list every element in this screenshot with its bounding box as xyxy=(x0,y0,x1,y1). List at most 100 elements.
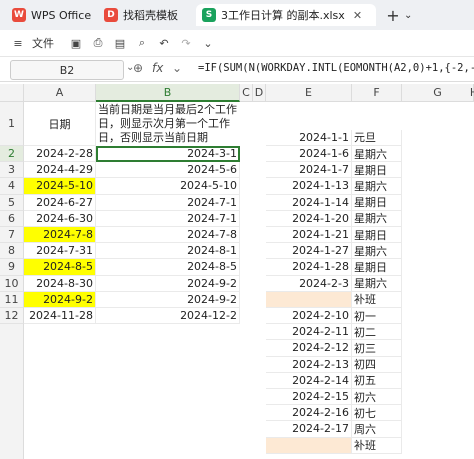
cell-f[interactable]: 2024-2-16 xyxy=(266,405,352,422)
tab-template[interactable]: D 找稻壳模板 xyxy=(98,4,198,26)
cell-a[interactable]: 2024-5-10 xyxy=(24,178,96,195)
cell-a[interactable]: 2024-6-30 xyxy=(24,210,96,227)
row-header[interactable]: 5 xyxy=(0,194,24,211)
cell-b[interactable]: 2024-7-1 xyxy=(96,210,240,227)
fx-icon[interactable]: fx xyxy=(152,61,163,75)
cell-g[interactable]: 初二 xyxy=(352,324,402,341)
row-header[interactable]: 1 xyxy=(0,102,24,146)
cell-f[interactable]: 2024-2-13 xyxy=(266,356,352,373)
column-header-d[interactable]: D xyxy=(253,84,266,102)
row-header[interactable]: 10 xyxy=(0,275,24,292)
cell-a[interactable]: 2024-7-31 xyxy=(24,243,96,260)
close-icon[interactable]: ✕ xyxy=(353,9,362,22)
row-header[interactable]: 3 xyxy=(0,162,24,179)
formula-input[interactable]: =IF(SUM(N(WORKDAY.INTL(EOMONTH(A2,0)+1,{… xyxy=(198,62,474,74)
cell-f[interactable]: 2024-1-28 xyxy=(266,259,352,276)
export-pdf-icon[interactable]: ⎙ xyxy=(90,35,106,51)
cell-b[interactable]: 2024-5-10 xyxy=(96,178,240,195)
column-header-e[interactable]: E xyxy=(266,84,352,102)
column-header-g[interactable]: G xyxy=(402,84,474,102)
save-icon[interactable]: ▣ xyxy=(68,35,84,51)
row-header[interactable]: 4 xyxy=(0,178,24,195)
cell-g[interactable]: 补班 xyxy=(352,291,402,308)
cell-a[interactable]: 2024-2-28 xyxy=(24,146,96,163)
cell-b[interactable]: 2024-12-2 xyxy=(96,308,240,325)
cell-g[interactable]: 星期日 xyxy=(352,194,402,211)
cell-a[interactable]: 2024-7-8 xyxy=(24,227,96,244)
cell-b[interactable]: 2024-8-5 xyxy=(96,259,240,276)
cell-b[interactable]: 2024-8-1 xyxy=(96,243,240,260)
cell-b1[interactable]: 当前日期是当月最后2个工作日，则显示次月第一个工作日，否则显示当前日期 xyxy=(98,103,238,145)
cell-f[interactable]: 2024-1-14 xyxy=(266,194,352,211)
cell-g[interactable]: 初七 xyxy=(352,405,402,422)
column-header-b[interactable]: B xyxy=(96,84,240,102)
cell-g[interactable]: 初五 xyxy=(352,372,402,389)
cell-g[interactable]: 初一 xyxy=(352,308,402,325)
row-header[interactable]: 2 xyxy=(0,146,24,163)
row-header[interactable]: 11 xyxy=(0,291,24,308)
cell-g[interactable]: 星期六 xyxy=(352,178,402,195)
cell-a[interactable]: 2024-6-27 xyxy=(24,194,96,211)
tab-active-workbook[interactable]: S 3工作日计算 的副本.xlsx ✕ xyxy=(196,4,376,26)
name-box[interactable]: B2 xyxy=(10,60,124,80)
cell-a[interactable]: 2024-8-30 xyxy=(24,275,96,292)
cell-f[interactable] xyxy=(266,437,352,454)
cell-f[interactable]: 2024-2-10 xyxy=(266,308,352,325)
row-header[interactable]: 12 xyxy=(0,308,24,325)
zoom-icon[interactable]: ⊕ xyxy=(133,61,143,75)
cell-f[interactable]: 2024-2-14 xyxy=(266,372,352,389)
cell-g[interactable]: 星期六 xyxy=(352,210,402,227)
cell-g[interactable]: 初三 xyxy=(352,340,402,357)
cell-a[interactable]: 2024-9-2 xyxy=(24,291,96,308)
cell-b[interactable]: 2024-5-6 xyxy=(96,162,240,179)
spreadsheet-grid[interactable]: ABCDEFGH123456789101112日期当前日期是当月最后2个工作日，… xyxy=(0,84,474,459)
cell-b[interactable]: 2024-7-1 xyxy=(96,194,240,211)
cell-g[interactable]: 补班 xyxy=(352,437,402,454)
column-header-c[interactable]: C xyxy=(240,84,253,102)
file-menu[interactable]: 文件 xyxy=(32,35,54,51)
cell-a[interactable]: 2024-8-5 xyxy=(24,259,96,276)
cell-a[interactable]: 2024-11-28 xyxy=(24,308,96,325)
select-all-corner[interactable] xyxy=(0,84,24,102)
cell-a[interactable]: 2024-4-29 xyxy=(24,162,96,179)
print-preview-icon[interactable]: ⌕ xyxy=(134,35,150,51)
cell-b[interactable]: 2024-9-2 xyxy=(96,275,240,292)
column-header-a[interactable]: A xyxy=(24,84,96,102)
more-chevron-icon[interactable]: ⌄ xyxy=(200,35,216,51)
cell-g[interactable]: 星期六 xyxy=(352,275,402,292)
print-icon[interactable]: ▤ xyxy=(112,35,128,51)
cell-f[interactable]: 2024-1-21 xyxy=(266,227,352,244)
cell-b[interactable]: 2024-7-8 xyxy=(96,227,240,244)
cell-f[interactable]: 2024-1-1 xyxy=(266,129,352,146)
cell-f[interactable]: 2024-1-13 xyxy=(266,178,352,195)
chevron-down-icon[interactable]: ⌄ xyxy=(404,4,418,26)
cell-g[interactable]: 周六 xyxy=(352,421,402,438)
cell-g[interactable]: 星期日 xyxy=(352,162,402,179)
tab-wps-office[interactable]: W WPS Office xyxy=(6,4,98,26)
redo-icon[interactable]: ↷ xyxy=(178,35,194,51)
cell-f[interactable]: 2024-1-7 xyxy=(266,162,352,179)
cell-f[interactable]: 2024-1-6 xyxy=(266,146,352,163)
cell-f[interactable]: 2024-1-20 xyxy=(266,210,352,227)
hamburger-menu-icon[interactable]: ≡ xyxy=(10,35,26,51)
cell-g[interactable]: 星期六 xyxy=(352,146,402,163)
cell-a1[interactable]: 日期 xyxy=(24,102,96,146)
cell-f[interactable]: 2024-2-11 xyxy=(266,324,352,341)
cell-g[interactable]: 初四 xyxy=(352,356,402,373)
column-header-f[interactable]: F xyxy=(352,84,402,102)
cell-g[interactable]: 星期六 xyxy=(352,243,402,260)
cell-g[interactable]: 星期日 xyxy=(352,227,402,244)
row-header[interactable]: 7 xyxy=(0,227,24,244)
cell-f[interactable]: 2024-2-3 xyxy=(266,275,352,292)
row-header[interactable]: 9 xyxy=(0,259,24,276)
cell-b[interactable]: 2024-9-2 xyxy=(96,291,240,308)
row-header[interactable]: 8 xyxy=(0,243,24,260)
cell-f[interactable]: 2024-1-27 xyxy=(266,243,352,260)
formula-expand-icon[interactable]: ⌄ xyxy=(172,61,182,75)
cell-f[interactable]: 2024-2-15 xyxy=(266,389,352,406)
undo-icon[interactable]: ↶ xyxy=(156,35,172,51)
cell-g[interactable]: 星期日 xyxy=(352,259,402,276)
cell-g[interactable]: 元旦 xyxy=(352,129,402,146)
cell-f[interactable] xyxy=(266,291,352,308)
cell-f[interactable]: 2024-2-17 xyxy=(266,421,352,438)
